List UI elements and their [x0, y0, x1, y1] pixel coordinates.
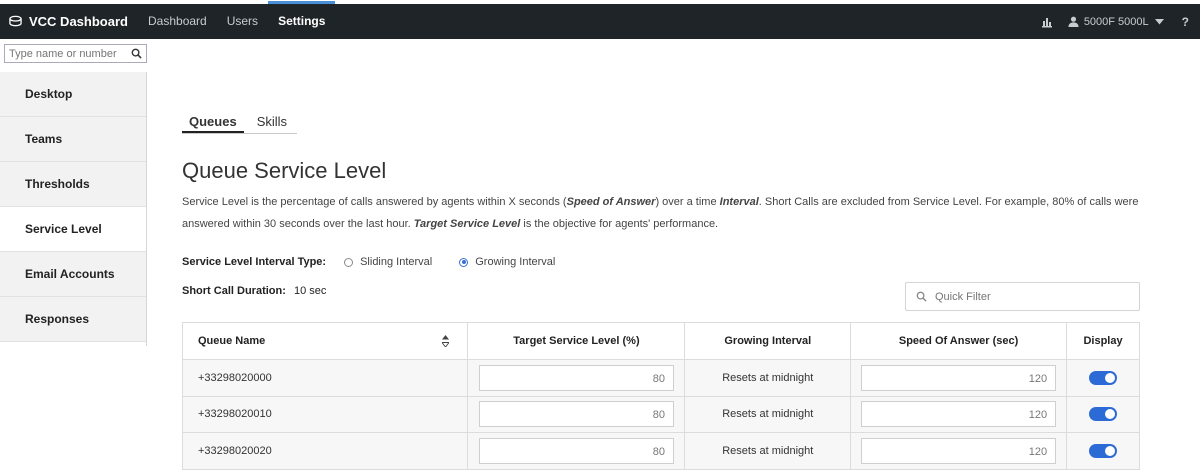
target-service-level-input[interactable]: 80: [478, 364, 674, 391]
target-cell: 80: [467, 395, 686, 433]
display-toggle[interactable]: [1089, 443, 1118, 458]
table-header-row: Queue Name Target Service Level (%) Grow…: [181, 322, 1140, 360]
dashboard-logo-icon: [9, 15, 22, 27]
sidebar-item-email-accounts[interactable]: Email Accounts: [0, 252, 146, 297]
radio-button[interactable]: [344, 257, 354, 267]
column-header-target-service-level[interactable]: Target Service Level (%): [467, 322, 686, 360]
topbar-right: 5000F 5000L ?: [1040, 15, 1200, 29]
radio-sliding-interval[interactable]: Sliding Interval: [344, 256, 432, 268]
growing-interval-cell: Resets at midnight: [684, 359, 852, 397]
sidebar-item-thresholds[interactable]: Thresholds: [0, 162, 146, 207]
page-description: Service Level is the percentage of calls…: [182, 192, 1172, 235]
display-cell: [1066, 432, 1140, 470]
sort-icon[interactable]: [442, 335, 450, 347]
target-cell: 80: [467, 359, 686, 397]
tab-bar: Queues Skills: [182, 113, 297, 134]
display-toggle[interactable]: [1089, 407, 1118, 422]
queue-name-cell: +33298020020: [181, 432, 469, 470]
search-input[interactable]: [5, 45, 129, 62]
column-header-label: Queue Name: [198, 335, 266, 347]
speed-cell: 120: [850, 432, 1068, 470]
app-brand[interactable]: VCC Dashboard: [0, 14, 138, 29]
growing-interval-cell: Resets at midnight: [684, 432, 852, 470]
nav-dashboard[interactable]: Dashboard: [138, 4, 217, 39]
search-icon: [916, 291, 927, 302]
column-header-display[interactable]: Display: [1066, 322, 1140, 360]
column-header-speed-of-answer[interactable]: Speed Of Answer (sec): [850, 322, 1068, 360]
tab-skills[interactable]: Skills: [244, 113, 294, 133]
short-call-duration: Short Call Duration: 10 sec: [182, 285, 326, 297]
settings-sidebar: Desktop Teams Thresholds Service Level E…: [0, 72, 147, 346]
sidebar-item-service-level[interactable]: Service Level: [0, 207, 146, 252]
search-box: [4, 44, 147, 63]
table-row: +33298020010 80 Resets at midnight 120: [181, 395, 1140, 433]
table-row: +33298020020 80 Resets at midnight 120: [181, 432, 1140, 470]
interval-type-label: Service Level Interval Type:: [182, 256, 327, 268]
display-cell: [1066, 395, 1140, 433]
nav-settings[interactable]: Settings: [268, 1, 336, 39]
radio-button[interactable]: [459, 257, 469, 267]
sidebar-item-teams[interactable]: Teams: [0, 117, 146, 162]
sidebar-item-desktop[interactable]: Desktop: [0, 72, 146, 117]
search-icon[interactable]: [129, 47, 143, 61]
desc-text: ) over a time: [655, 196, 720, 208]
page-title: Queue Service Level: [182, 158, 387, 183]
chart-icon[interactable]: [1040, 15, 1054, 29]
queue-service-level-table: Queue Name Target Service Level (%) Grow…: [181, 322, 1140, 470]
queue-name-cell: +33298020000: [181, 359, 469, 397]
user-menu[interactable]: 5000F 5000L: [1068, 16, 1164, 28]
growing-interval-cell: Resets at midnight: [684, 395, 852, 433]
quick-filter-box: [905, 282, 1140, 311]
desc-text: Service Level is the percentage of calls…: [182, 196, 567, 208]
desc-text: is the objective for agents' performance…: [520, 217, 719, 230]
target-cell: 80: [467, 432, 686, 470]
user-icon: [1068, 16, 1079, 27]
radio-label: Sliding Interval: [360, 256, 433, 268]
speed-of-answer-input[interactable]: 120: [861, 401, 1057, 428]
target-service-level-input[interactable]: 80: [478, 437, 674, 464]
tab-queues[interactable]: Queues: [182, 113, 244, 133]
desc-emphasis: Target Service Level: [413, 217, 521, 230]
table-row: +33298020000 80 Resets at midnight 120: [181, 359, 1140, 397]
quick-filter-input[interactable]: [935, 290, 1125, 303]
short-call-label: Short Call Duration:: [182, 285, 286, 297]
speed-of-answer-input[interactable]: 120: [861, 364, 1057, 391]
radio-growing-interval[interactable]: Growing Interval: [459, 256, 555, 268]
short-call-value: 10 sec: [293, 285, 327, 297]
sidebar-item-responses[interactable]: Responses: [0, 297, 146, 342]
help-button[interactable]: ?: [1182, 15, 1189, 29]
display-toggle[interactable]: [1089, 370, 1118, 385]
column-header-queue-name[interactable]: Queue Name: [181, 322, 469, 360]
top-navbar: VCC Dashboard Dashboard Users Settings 5…: [0, 1, 1200, 39]
desc-emphasis: Interval: [719, 196, 759, 208]
desc-emphasis: Speed of Answer: [566, 196, 656, 208]
nav-users[interactable]: Users: [217, 4, 268, 39]
radio-label: Growing Interval: [475, 256, 556, 268]
user-name: 5000F 5000L: [1083, 15, 1149, 28]
app-title: VCC Dashboard: [29, 14, 128, 29]
display-cell: [1066, 359, 1140, 397]
queue-name-cell: +33298020010: [181, 395, 469, 433]
interval-type-row: Service Level Interval Type: Sliding Int…: [182, 256, 582, 268]
speed-of-answer-input[interactable]: 120: [861, 437, 1057, 464]
caret-down-icon: [1154, 18, 1164, 24]
speed-cell: 120: [850, 395, 1068, 433]
column-header-growing-interval[interactable]: Growing Interval: [684, 322, 852, 360]
speed-cell: 120: [850, 359, 1068, 397]
target-service-level-input[interactable]: 80: [478, 401, 674, 428]
